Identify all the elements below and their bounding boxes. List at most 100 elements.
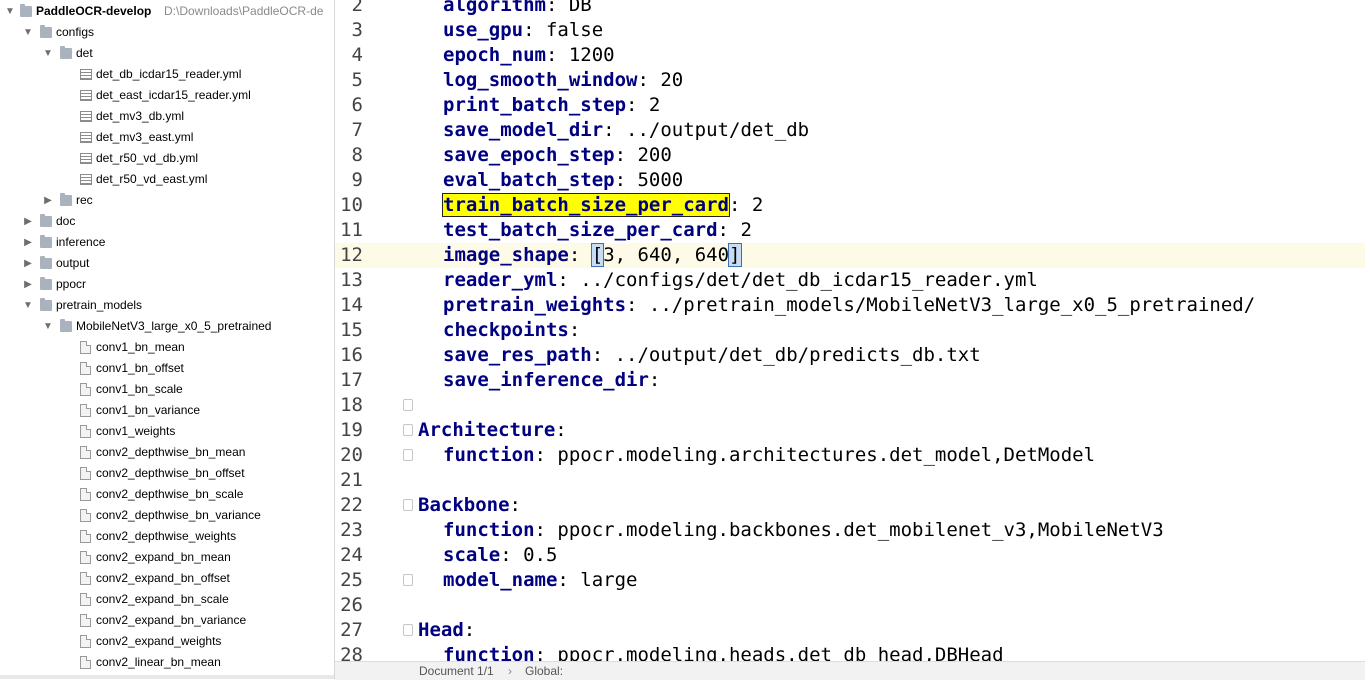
code-line[interactable]: 15 checkpoints: <box>335 318 1365 343</box>
tree-item[interactable]: det_east_icdar15_reader.yml <box>0 85 334 106</box>
fold-marker-icon[interactable] <box>403 624 413 636</box>
fold-marker-icon[interactable] <box>403 424 413 436</box>
code-line[interactable]: 8 save_epoch_step: 200 <box>335 143 1365 168</box>
code-line[interactable]: 3 use_gpu: false <box>335 18 1365 43</box>
document-indicator[interactable]: Document 1/1 <box>419 662 494 680</box>
tree-item[interactable]: ▶ inference <box>0 232 334 253</box>
tree-item[interactable]: conv2_depthwise_weights <box>0 526 334 547</box>
tree-item[interactable]: ▶ output <box>0 253 334 274</box>
code-line[interactable]: 6 print_batch_step: 2 <box>335 93 1365 118</box>
tree-item[interactable]: conv1_bn_variance <box>0 400 334 421</box>
code-line[interactable]: 21 <box>335 468 1365 493</box>
fold-marker-icon[interactable] <box>403 399 413 411</box>
code-line[interactable]: 7 save_model_dir: ../output/det_db <box>335 118 1365 143</box>
tree-item[interactable]: det_mv3_db.yml <box>0 106 334 127</box>
yml-file-icon <box>80 111 92 122</box>
code-line[interactable]: 5 log_smooth_window: 20 <box>335 68 1365 93</box>
code-line[interactable]: 9 eval_batch_step: 5000 <box>335 168 1365 193</box>
tree-item[interactable]: conv2_linear_bn_mean <box>0 652 334 673</box>
tree-item[interactable]: ▶ rec <box>0 190 334 211</box>
chevron-right-icon[interactable]: ▶ <box>22 274 34 295</box>
chevron-down-icon[interactable]: ▼ <box>22 22 34 43</box>
tree-item[interactable]: conv2_expand_bn_offset <box>0 568 334 589</box>
yaml-colon: : <box>555 419 567 441</box>
tree-item[interactable]: conv2_depthwise_bn_variance <box>0 505 334 526</box>
fold-marker-icon[interactable] <box>403 449 413 461</box>
tree-item[interactable]: conv1_weights <box>0 421 334 442</box>
file-icon <box>80 530 91 543</box>
code-content: save_epoch_step: 200 <box>443 143 672 168</box>
code-line[interactable]: 2 algorithm: DB <box>335 0 1365 18</box>
tree-item[interactable]: det_db_icdar15_reader.yml <box>0 64 334 85</box>
chevron-right-icon[interactable]: ▶ <box>22 232 34 253</box>
code-line[interactable]: 25 model_name: large <box>335 568 1365 593</box>
chevron-right-icon[interactable]: ▶ <box>22 253 34 274</box>
tree-item[interactable]: conv2_depthwise_bn_scale <box>0 484 334 505</box>
tree-item-label: det_east_icdar15_reader.yml <box>96 88 251 102</box>
line-number: 18 <box>340 394 363 416</box>
code-line[interactable]: 24 scale: 0.5 <box>335 543 1365 568</box>
chevron-down-icon[interactable]: ▼ <box>42 43 54 64</box>
code-line[interactable]: 18 <box>335 393 1365 418</box>
line-number: 6 <box>351 94 363 116</box>
fold-marker-icon[interactable] <box>403 574 413 586</box>
tree-item[interactable]: conv2_expand_bn_scale <box>0 589 334 610</box>
code-line[interactable]: 20 function: ppocr.modeling.architectures… <box>335 443 1365 468</box>
fold-marker-icon[interactable] <box>403 499 413 511</box>
tree-item[interactable]: ▶ doc <box>0 211 334 232</box>
tree-item[interactable]: conv1_bn_offset <box>0 358 334 379</box>
tree-root[interactable]: ▼ PaddleOCR-develop D:\Downloads\PaddleO… <box>0 1 334 22</box>
tree-item[interactable]: conv1_bn_scale <box>0 379 334 400</box>
code-line[interactable]: 27 Head: <box>335 618 1365 643</box>
code-line[interactable]: 14 pretrain_weights: ../pretrain_models/M… <box>335 293 1365 318</box>
folder-icon <box>60 46 72 59</box>
breadcrumb-scope[interactable]: Global: <box>525 662 563 680</box>
code-editor[interactable]: 2 algorithm: DB 3 use_gpu: false 4 epoch_num:… <box>335 0 1365 661</box>
code-line[interactable]: 22 Backbone: <box>335 493 1365 518</box>
code-line[interactable]: 12 image_shape: [3, 640, 640] <box>335 243 1365 268</box>
code-line[interactable]: 13 reader_yml: ../configs/det/det_db_icda… <box>335 268 1365 293</box>
tree-item-label: det_r50_vd_db.yml <box>96 151 199 165</box>
tree-horizontal-scrollbar[interactable] <box>0 675 334 679</box>
code-line[interactable]: 19 Architecture: <box>335 418 1365 443</box>
tree-item[interactable]: conv2_expand_weights <box>0 631 334 652</box>
tree-item[interactable]: det_r50_vd_db.yml <box>0 148 334 169</box>
tree-item[interactable]: ▼ det <box>0 43 334 64</box>
code-line[interactable]: 28 function: ppocr.modeling.heads.det_db_… <box>335 643 1365 661</box>
code-content: pretrain_weights: ../pretrain_models/Mob… <box>443 293 1255 318</box>
code-line[interactable]: 23 function: ppocr.modeling.backbones.det… <box>335 518 1365 543</box>
yaml-colon: : <box>463 619 476 641</box>
code-content: scale: 0.5 <box>443 543 557 568</box>
yml-file-icon <box>80 174 92 185</box>
code-line[interactable]: 16 save_res_path: ../output/det_db/predic… <box>335 343 1365 368</box>
code-line[interactable]: 4 epoch_num: 1200 <box>335 43 1365 68</box>
tree-item[interactable]: ▶ ppocr <box>0 274 334 295</box>
yaml-value: 200 <box>626 144 672 166</box>
tree-item[interactable]: det_r50_vd_east.yml <box>0 169 334 190</box>
code-line[interactable]: 17 save_inference_dir: <box>335 368 1365 393</box>
tree-item[interactable]: ▼ MobileNetV3_large_x0_5_pretrained <box>0 316 334 337</box>
chevron-down-icon[interactable]: ▼ <box>42 316 54 337</box>
tree-item[interactable]: conv2_depthwise_bn_mean <box>0 442 334 463</box>
yaml-key: reader_yml <box>443 269 558 291</box>
project-tree[interactable]: ▼ PaddleOCR-develop D:\Downloads\PaddleO… <box>0 0 335 679</box>
tree-item[interactable]: conv2_depthwise_bn_offset <box>0 463 334 484</box>
yaml-key: epoch_num <box>443 44 546 66</box>
tree-item[interactable]: conv1_bn_mean <box>0 337 334 358</box>
matched-bracket-open: [ <box>590 243 605 267</box>
chevron-right-icon[interactable]: ▶ <box>22 211 34 232</box>
tree-item[interactable]: det_mv3_east.yml <box>0 127 334 148</box>
chevron-right-icon[interactable]: ▶ <box>42 190 54 211</box>
code-line[interactable]: 10 train_batch_size_per_card: 2 <box>335 193 1365 218</box>
code-line[interactable]: 11 test_batch_size_per_card: 2 <box>335 218 1365 243</box>
tree-item[interactable]: conv2_expand_bn_mean <box>0 547 334 568</box>
chevron-down-icon[interactable]: ▼ <box>4 1 16 22</box>
tree-item[interactable]: ▼ pretrain_models <box>0 295 334 316</box>
tree-item-label: conv2_expand_bn_mean <box>96 550 231 564</box>
yaml-colon: : <box>557 569 569 591</box>
tree-item[interactable]: conv2_expand_bn_variance <box>0 610 334 631</box>
tree-item[interactable]: ▼ configs <box>0 22 334 43</box>
yaml-value: 5000 <box>626 169 684 191</box>
chevron-down-icon[interactable]: ▼ <box>22 295 34 316</box>
code-line[interactable]: 26 <box>335 593 1365 618</box>
